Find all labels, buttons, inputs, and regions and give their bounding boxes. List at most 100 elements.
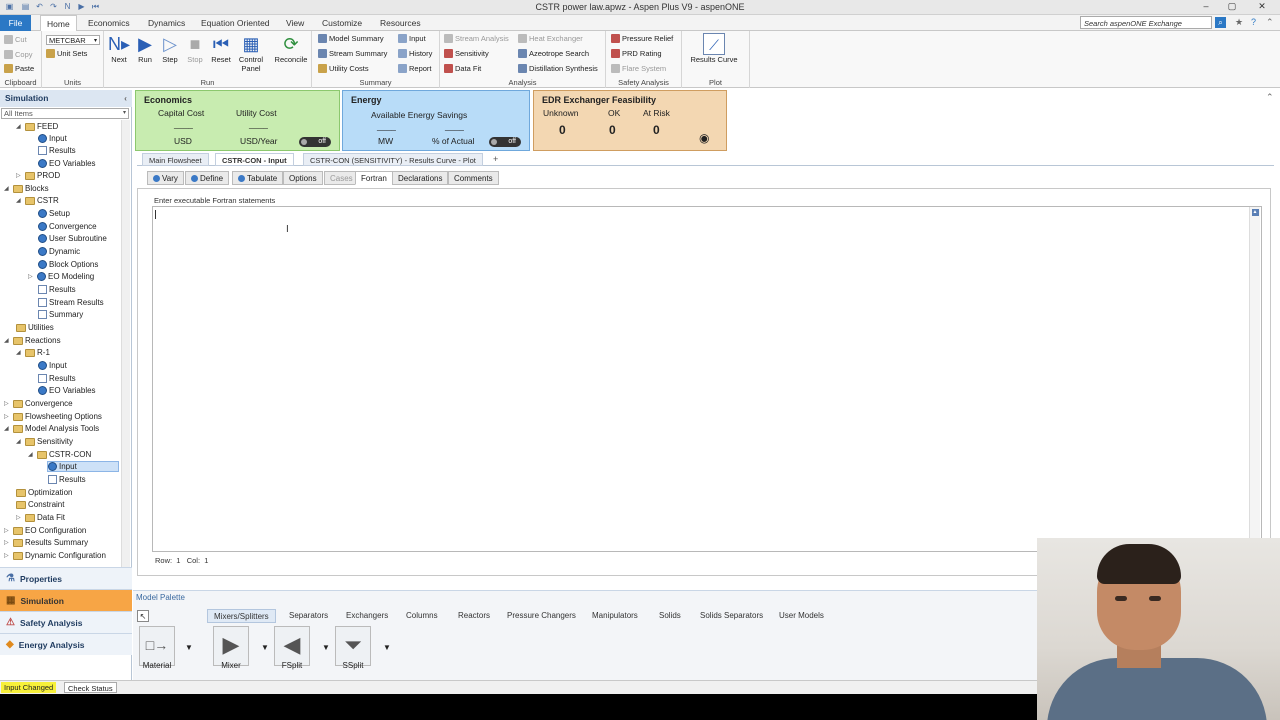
step-button[interactable]: ▷ Step bbox=[157, 33, 183, 64]
tab-define[interactable]: Define bbox=[185, 171, 230, 185]
select-mode-icon[interactable]: ↖ bbox=[137, 610, 149, 622]
tab-comments[interactable]: Comments bbox=[448, 171, 499, 185]
palette-tab-solids[interactable]: Solids bbox=[653, 609, 687, 623]
tree-item-utilities[interactable]: Utilities bbox=[16, 323, 54, 332]
palette-tab-exchangers[interactable]: Exchangers bbox=[340, 609, 394, 623]
tree-item-dynamic-configuration[interactable]: ▷ Dynamic Configuration bbox=[4, 551, 106, 560]
chevron-down-icon[interactable]: ▼ bbox=[322, 643, 330, 652]
star-icon[interactable]: ★ bbox=[1235, 17, 1243, 28]
tree-item-r1-input[interactable]: Input bbox=[38, 361, 67, 370]
azeotrope-search-button[interactable]: Azeotrope Search bbox=[518, 49, 589, 58]
distillation-synthesis-button[interactable]: Distillation Synthesis bbox=[518, 64, 598, 73]
tab-options[interactable]: Options bbox=[283, 171, 323, 185]
unit-set-select[interactable]: METCBAR ▾ bbox=[46, 35, 100, 45]
palette-tab-user-models[interactable]: User Models bbox=[773, 609, 830, 623]
scroll-up-icon[interactable]: ▲ bbox=[1251, 209, 1259, 216]
tree-item-cstr-con[interactable]: ◢ CSTR-CON bbox=[28, 450, 91, 459]
tab-customize[interactable]: Customize bbox=[316, 15, 368, 31]
nav-scrollbar[interactable] bbox=[121, 120, 130, 594]
tree-item-cstr[interactable]: ◢ CSTR bbox=[16, 196, 59, 205]
palette-tab-pressure-changers[interactable]: Pressure Changers bbox=[501, 609, 582, 623]
search-input[interactable]: Search aspenONE Exchange bbox=[1080, 16, 1212, 29]
tree-item-cstr-results[interactable]: Results bbox=[38, 285, 76, 294]
paste-button[interactable]: Paste bbox=[4, 64, 34, 73]
economics-toggle[interactable]: off bbox=[299, 137, 331, 147]
collapse-icon[interactable]: ‹ bbox=[124, 93, 127, 103]
tree-item-r1-results[interactable]: Results bbox=[38, 374, 76, 383]
tab-cstr-con-input[interactable]: CSTR-CON - Input bbox=[215, 153, 294, 166]
minimize-button[interactable]: – bbox=[1196, 1, 1216, 13]
tree-item-user-subroutine[interactable]: User Subroutine bbox=[38, 234, 107, 243]
tree-item-convergence[interactable]: Convergence bbox=[38, 222, 97, 231]
unit-sets-button[interactable]: Unit Sets bbox=[46, 49, 87, 58]
tree-item-eo-configuration[interactable]: ▷ EO Configuration bbox=[4, 526, 86, 535]
nav-properties-button[interactable]: ⚗ Properties bbox=[0, 567, 132, 589]
chevron-down-icon[interactable]: ▼ bbox=[185, 643, 193, 652]
tree-item-dynamic[interactable]: Dynamic bbox=[38, 247, 80, 256]
nav-filter-select[interactable]: All Items ▾ bbox=[1, 108, 129, 119]
tab-economics[interactable]: Economics bbox=[82, 15, 136, 31]
tree-item-optimization[interactable]: Optimization bbox=[16, 488, 72, 497]
nav-safety-analysis-button[interactable]: ⚠ Safety Analysis bbox=[0, 611, 132, 633]
energy-panel[interactable]: Energy Available Energy Savings ____ ___… bbox=[342, 90, 530, 151]
tree-item-cstr-con-input[interactable]: Input bbox=[47, 461, 119, 472]
model-summary-button[interactable]: Model Summary bbox=[318, 34, 384, 43]
stream-summary-button[interactable]: Stream Summary bbox=[318, 49, 387, 58]
edr-panel[interactable]: EDR Exchanger Feasibility Unknown OK At … bbox=[533, 90, 727, 151]
palette-tab-mixers-splitters[interactable]: Mixers/Splitters bbox=[207, 609, 276, 623]
tab-vary[interactable]: Vary bbox=[147, 171, 184, 185]
tree-item-cstr-con-results[interactable]: Results bbox=[48, 475, 86, 484]
new-tab-button[interactable]: + bbox=[493, 154, 498, 164]
chevron-down-icon[interactable]: ▼ bbox=[383, 643, 391, 652]
tree-item-prod[interactable]: ▷ PROD bbox=[16, 171, 60, 180]
chevron-down-icon[interactable]: ▼ bbox=[261, 643, 269, 652]
tree-item-feed-input[interactable]: Input bbox=[38, 134, 67, 143]
tree-item-eo-modeling[interactable]: ▷ EO Modeling bbox=[28, 272, 94, 281]
report-button[interactable]: Report bbox=[398, 64, 432, 73]
edr-settings-icon[interactable]: ◉ bbox=[699, 131, 709, 145]
tree-item-model-analysis-tools[interactable]: ◢ Model Analysis Tools bbox=[4, 424, 99, 433]
tree-item-r1-eo-variables[interactable]: EO Variables bbox=[38, 386, 96, 395]
tab-home[interactable]: Home bbox=[40, 15, 77, 31]
energy-toggle[interactable]: off bbox=[489, 137, 521, 147]
prd-rating-button[interactable]: PRD Rating bbox=[611, 49, 662, 58]
tab-declarations[interactable]: Declarations bbox=[392, 171, 449, 185]
data-fit-button[interactable]: Data Fit bbox=[444, 64, 481, 73]
material-stream-icon[interactable]: □→ bbox=[139, 626, 175, 666]
tab-equation-oriented[interactable]: Equation Oriented bbox=[195, 15, 276, 31]
run-button[interactable]: ▶ Run bbox=[132, 33, 158, 64]
tree-item-stream-results[interactable]: Stream Results bbox=[38, 298, 104, 307]
cut-button[interactable]: Cut bbox=[4, 35, 27, 44]
tab-fortran[interactable]: Fortran bbox=[355, 171, 393, 185]
stop-button[interactable]: ■ Stop bbox=[182, 33, 208, 64]
tree-item-sensitivity[interactable]: ◢ Sensitivity bbox=[16, 437, 73, 446]
tree-item-setup[interactable]: Setup bbox=[38, 209, 70, 218]
tab-tabulate[interactable]: Tabulate bbox=[232, 171, 284, 185]
heat-exchanger-button[interactable]: Heat Exchanger bbox=[518, 34, 583, 43]
tab-resources[interactable]: Resources bbox=[374, 15, 427, 31]
mixer-icon[interactable]: ▶ bbox=[213, 626, 249, 666]
maximize-button[interactable]: ▢ bbox=[1222, 1, 1242, 13]
nav-energy-analysis-button[interactable]: ◆ Energy Analysis bbox=[0, 633, 132, 655]
reconcile-button[interactable]: ⟳ Reconcile bbox=[272, 33, 310, 64]
tree-item-reactions[interactable]: ◢ Reactions bbox=[4, 336, 61, 345]
sensitivity-button[interactable]: Sensitivity bbox=[444, 49, 489, 58]
collapse-ribbon-icon[interactable]: ⌃ bbox=[1266, 17, 1274, 28]
tab-dynamics[interactable]: Dynamics bbox=[142, 15, 191, 31]
close-button[interactable]: ✕ bbox=[1252, 1, 1272, 13]
help-icon[interactable]: ? bbox=[1251, 17, 1256, 27]
copy-button[interactable]: Copy bbox=[4, 50, 33, 59]
results-curve-button[interactable]: ⟋ Results Curve bbox=[686, 33, 742, 64]
palette-tab-solids-separators[interactable]: Solids Separators bbox=[694, 609, 769, 623]
control-panel-button[interactable]: ▦ Control Panel bbox=[236, 33, 266, 73]
tab-file[interactable]: File bbox=[0, 15, 31, 31]
tree-item-constraint[interactable]: Constraint bbox=[16, 500, 64, 509]
check-status-button[interactable]: Check Status bbox=[64, 682, 117, 693]
palette-tab-separators[interactable]: Separators bbox=[283, 609, 334, 623]
editor-scrollbar[interactable]: ▲ bbox=[1249, 207, 1260, 551]
pressure-relief-button[interactable]: Pressure Relief bbox=[611, 34, 673, 43]
tree-item-convergence-root[interactable]: ▷ Convergence bbox=[4, 399, 73, 408]
tree-item-block-options[interactable]: Block Options bbox=[38, 260, 98, 269]
ssplit-icon[interactable]: ⏷ bbox=[335, 626, 371, 666]
tab-main-flowsheet[interactable]: Main Flowsheet bbox=[142, 153, 209, 166]
